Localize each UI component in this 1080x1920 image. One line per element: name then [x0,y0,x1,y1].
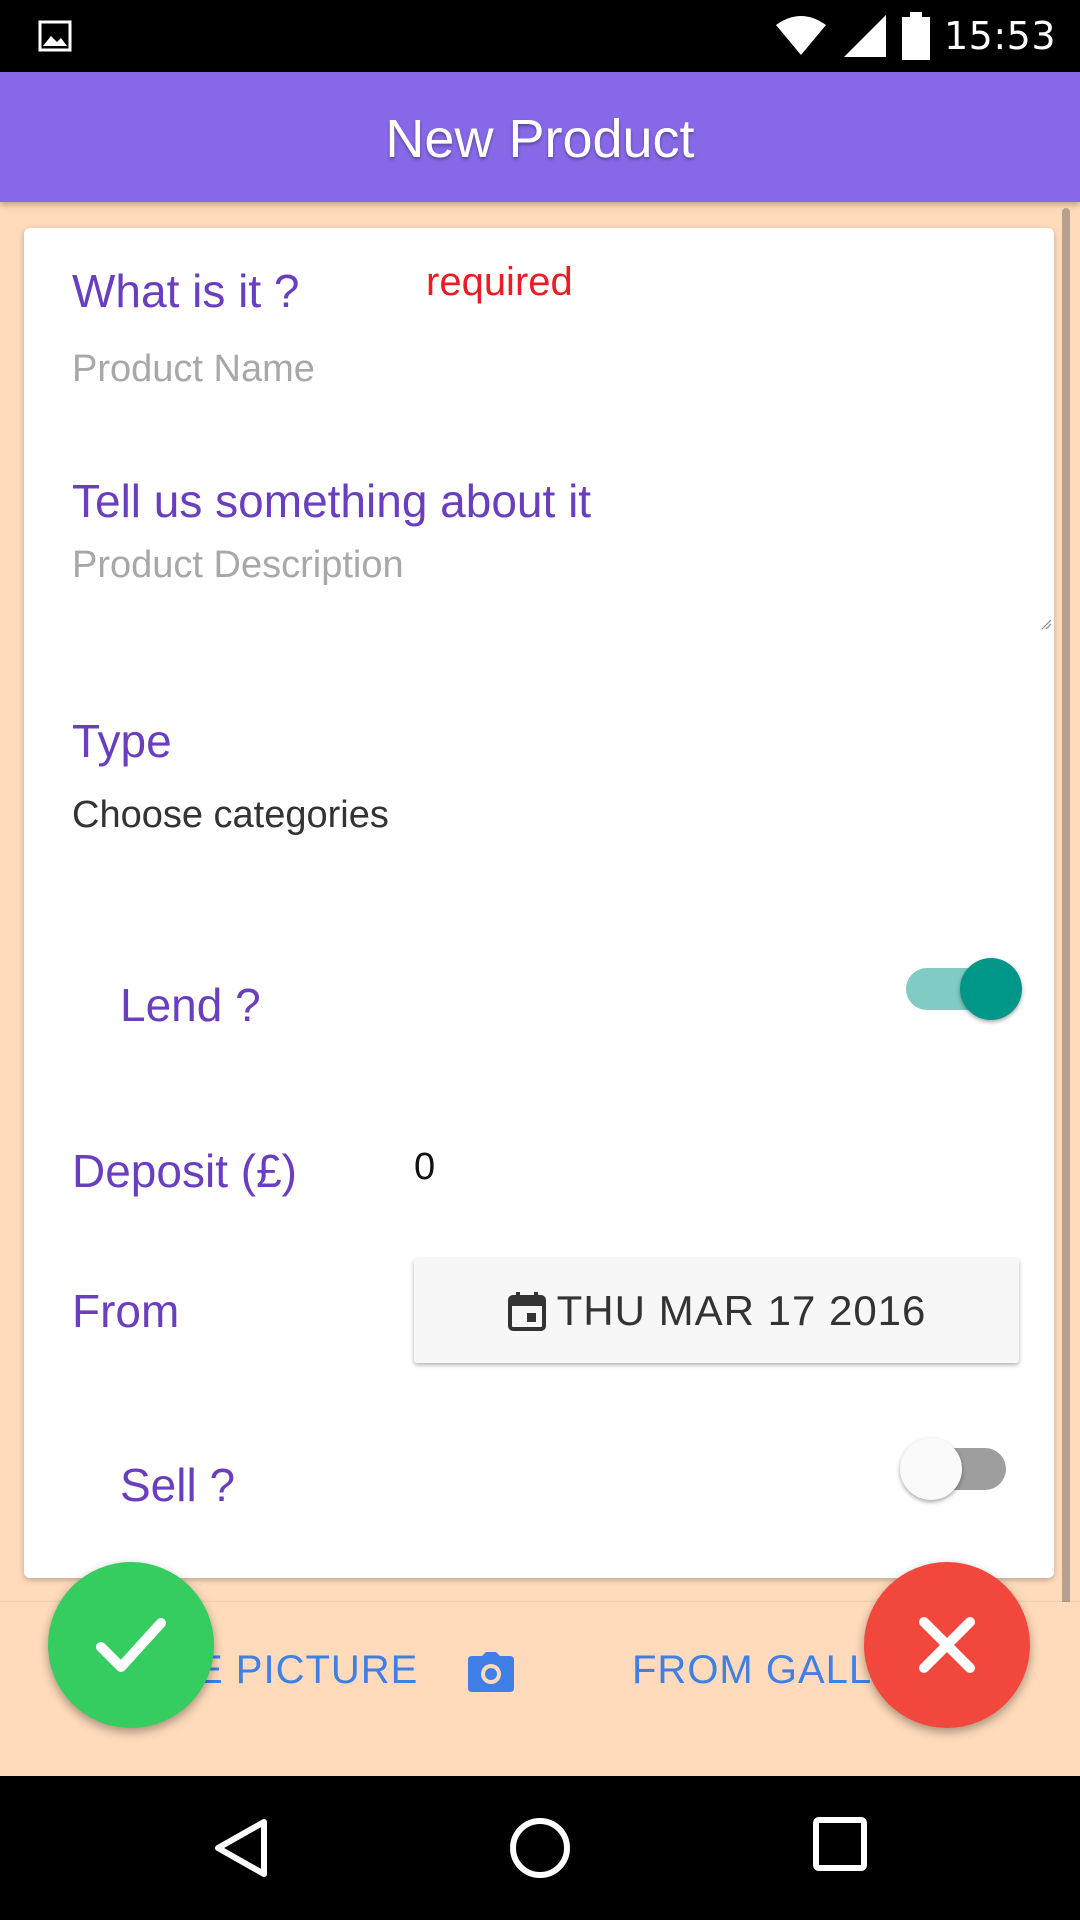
lend-toggle-knob [960,958,1022,1020]
page-title: New Product [385,109,695,169]
sell-toggle[interactable] [900,1434,1030,1504]
lend-label: Lend ? [120,979,261,1031]
wifi-icon [775,16,826,55]
app-bar: New Product [0,72,1080,202]
sell-toggle-knob [900,1438,962,1500]
battery-icon [901,12,930,60]
status-time: 15:53 [943,14,1056,58]
image-icon [38,20,72,52]
camera-icon[interactable] [468,1652,514,1692]
close-icon [919,1617,975,1673]
from-date-text: THU MAR 17 2016 [556,1286,927,1334]
take-picture-button[interactable]: E PICTURE [196,1648,418,1693]
system-nav-bar [0,1776,1080,1920]
recents-icon[interactable] [812,1816,868,1872]
from-label: From [72,1285,180,1337]
scrollbar[interactable] [1062,208,1070,1663]
product-description-input[interactable]: Product Description [72,544,1032,634]
resize-handle-icon[interactable] [1040,618,1052,630]
type-label: Type [72,715,172,767]
status-bar: 15:53 [0,0,1080,72]
calendar-icon [507,1291,546,1331]
from-gallery-button[interactable]: FROM GALL [632,1648,872,1693]
name-label: What is it ? [72,265,300,317]
description-label: Tell us something about it [72,475,592,527]
from-date-button[interactable]: THU MAR 17 2016 [414,1258,1019,1363]
lend-toggle[interactable] [904,954,1034,1024]
sell-label: Sell ? [120,1459,236,1511]
signal-icon [843,15,886,57]
check-icon [96,1618,166,1672]
category-select[interactable]: Choose categories [72,794,389,837]
deposit-label: Deposit (£) [72,1145,297,1197]
deposit-input[interactable]: 0 [414,1146,1014,1189]
cancel-button[interactable] [864,1562,1030,1728]
back-icon[interactable] [212,1816,270,1880]
confirm-button[interactable] [48,1562,214,1728]
home-icon[interactable] [508,1816,572,1880]
required-indicator: required [426,260,573,304]
product-name-input[interactable]: Product Name [72,348,1012,408]
product-form-card: What is it ? required Product Name Tell … [24,228,1054,1578]
